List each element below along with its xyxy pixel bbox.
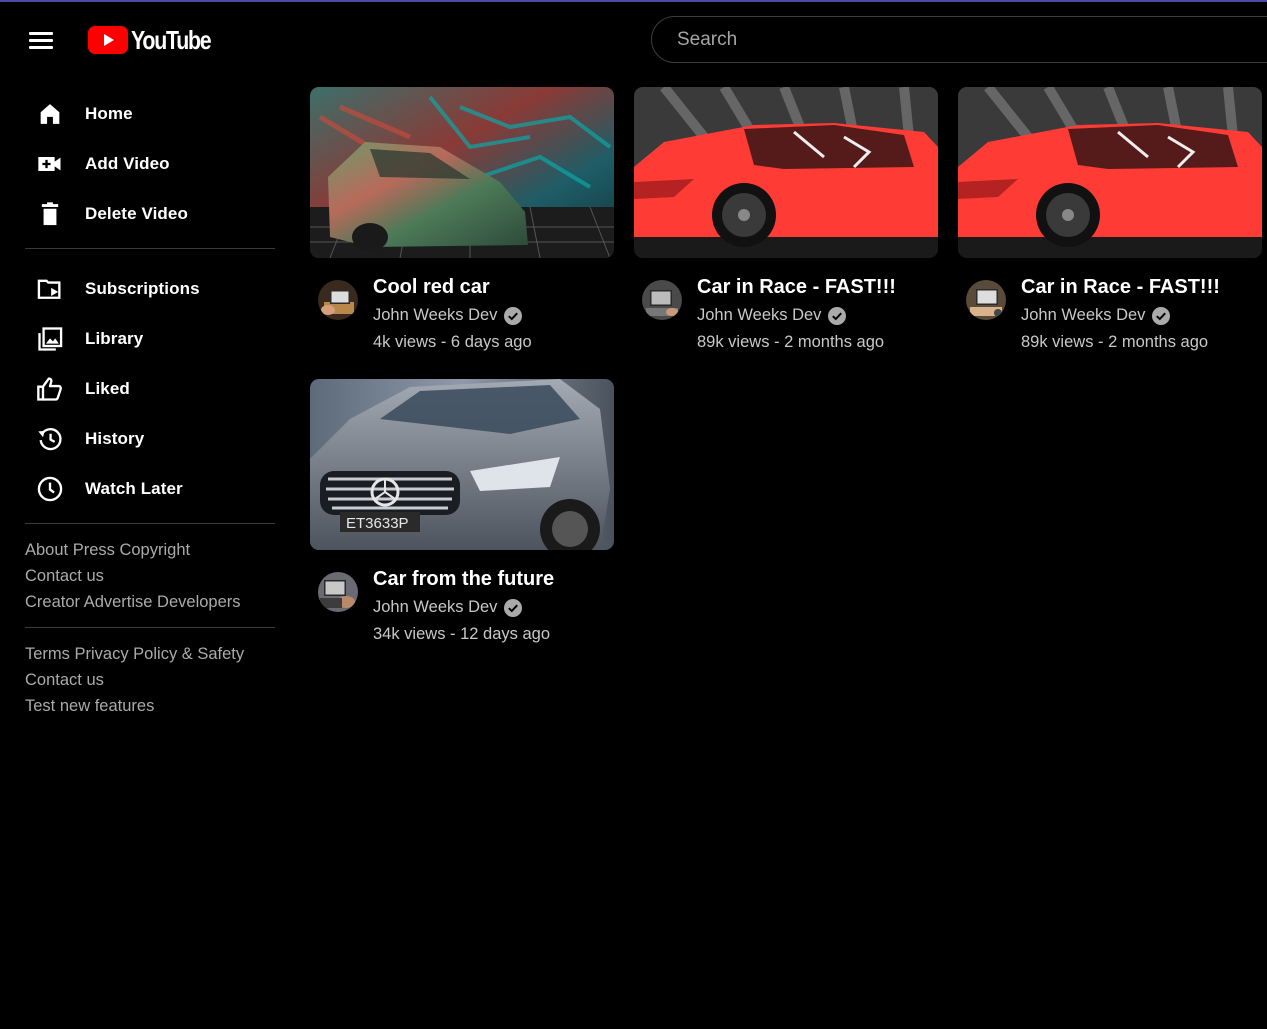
video-thumbnail[interactable] — [634, 87, 938, 258]
channel-avatar[interactable] — [966, 280, 1006, 320]
video-title[interactable]: Car in Race - FAST!!! — [697, 276, 896, 299]
video-title[interactable]: Cool red car — [373, 276, 490, 299]
sidebar: Home Add Video Delete Video Subscription… — [25, 90, 275, 719]
video-stats: 4k views - 6 days ago — [373, 333, 532, 351]
footer-link[interactable]: Terms Privacy Policy & Safety — [25, 645, 244, 663]
clock-icon — [37, 476, 63, 502]
channel-name-text: John Weeks Dev — [1021, 306, 1146, 324]
sidebar-item-watch-later[interactable]: Watch Later — [25, 465, 275, 515]
video-stats: 34k views - 12 days ago — [373, 625, 551, 643]
channel-name[interactable]: John Weeks Dev — [373, 598, 523, 617]
sidebar-item-add-video[interactable]: Add Video — [25, 140, 275, 190]
trash-icon — [41, 202, 59, 226]
sidebar-item-home[interactable]: Home — [25, 90, 275, 140]
sidebar-item-delete-video[interactable]: Delete Video — [25, 190, 275, 240]
video-thumbnail[interactable] — [310, 87, 614, 258]
video-title[interactable]: Car in Race - FAST!!! — [1021, 276, 1220, 299]
channel-name[interactable]: John Weeks Dev — [1021, 306, 1171, 325]
sidebar-divider — [25, 248, 275, 249]
sidebar-item-library[interactable]: Library — [25, 315, 275, 365]
video-thumbnail[interactable] — [958, 87, 1262, 258]
video-stats: 89k views - 2 months ago — [697, 333, 885, 351]
library-icon — [38, 327, 63, 351]
sidebar-item-label: Liked — [85, 379, 130, 398]
sidebar-item-subscriptions[interactable]: Subscriptions — [25, 265, 275, 315]
channel-name-text: John Weeks Dev — [373, 306, 498, 324]
sidebar-divider — [25, 523, 275, 524]
license-plate-text: ET3633P — [346, 515, 409, 532]
sidebar-item-label: Watch Later — [85, 479, 183, 498]
sidebar-secondary-section: Subscriptions Library Liked History Watc… — [25, 265, 275, 515]
search-input[interactable] — [652, 17, 1267, 62]
verified-check-icon — [504, 306, 523, 325]
sidebar-item-label: Subscriptions — [85, 279, 200, 298]
sidebar-item-label: Library — [85, 329, 144, 348]
video-card[interactable]: Car in Race - FAST!!! John Weeks Dev 89k… — [958, 87, 1262, 351]
channel-name[interactable]: John Weeks Dev — [697, 306, 847, 325]
subscriptions-icon — [37, 279, 61, 299]
video-card[interactable]: ET3633P Car from the future John Weeks D… — [310, 379, 614, 643]
history-icon — [38, 428, 62, 451]
footer-link[interactable]: Test new features — [25, 697, 154, 715]
home-icon — [40, 104, 60, 124]
youtube-logo[interactable]: YouTube — [88, 24, 228, 56]
search-box[interactable] — [651, 16, 1267, 63]
video-stats: 89k views - 2 months ago — [1021, 333, 1209, 351]
footer-links-group-1: About Press Copyright Contact us Creator… — [25, 537, 275, 615]
add-video-icon — [38, 157, 61, 171]
channel-name[interactable]: John Weeks Dev — [373, 306, 523, 325]
channel-avatar[interactable] — [318, 280, 358, 320]
logo-text: YouTube — [131, 24, 212, 55]
sidebar-item-history[interactable]: History — [25, 415, 275, 465]
sidebar-item-label: Add Video — [85, 154, 170, 173]
sidebar-item-label: Delete Video — [85, 204, 188, 223]
sidebar-item-label: History — [85, 429, 145, 448]
footer-link[interactable]: Contact us — [25, 671, 104, 689]
video-meta: Car from the future John Weeks Dev 34k v… — [310, 550, 614, 643]
channel-name-text: John Weeks Dev — [697, 306, 822, 324]
video-title[interactable]: Car from the future — [373, 568, 554, 591]
video-thumbnail[interactable]: ET3633P — [310, 379, 614, 550]
sidebar-item-label: Home — [85, 104, 133, 123]
top-accent-line — [0, 0, 1267, 2]
footer-link[interactable]: Contact us — [25, 567, 104, 585]
thumbs-up-icon — [37, 377, 62, 401]
video-meta: Car in Race - FAST!!! John Weeks Dev 89k… — [634, 258, 938, 351]
verified-check-icon — [1152, 306, 1171, 325]
verified-check-icon — [504, 598, 523, 617]
hamburger-menu-icon[interactable] — [27, 28, 55, 52]
video-card[interactable]: Car in Race - FAST!!! John Weeks Dev 89k… — [634, 87, 938, 351]
channel-avatar[interactable] — [318, 572, 358, 612]
channel-name-text: John Weeks Dev — [373, 598, 498, 616]
footer-link[interactable]: About Press Copyright — [25, 541, 190, 559]
footer-link[interactable]: Creator Advertise Developers — [25, 593, 241, 611]
sidebar-item-liked[interactable]: Liked — [25, 365, 275, 415]
youtube-play-icon — [88, 26, 128, 54]
footer-links-group-2: Terms Privacy Policy & Safety Contact us… — [25, 641, 275, 719]
sidebar-primary-section: Home Add Video Delete Video — [25, 90, 275, 240]
sidebar-divider — [25, 627, 275, 628]
channel-avatar[interactable] — [642, 280, 682, 320]
verified-check-icon — [828, 306, 847, 325]
video-meta: Car in Race - FAST!!! John Weeks Dev 89k… — [958, 258, 1262, 351]
video-card[interactable]: Cool red car John Weeks Dev 4k views - 6… — [310, 87, 614, 351]
video-meta: Cool red car John Weeks Dev 4k views - 6… — [310, 258, 614, 351]
